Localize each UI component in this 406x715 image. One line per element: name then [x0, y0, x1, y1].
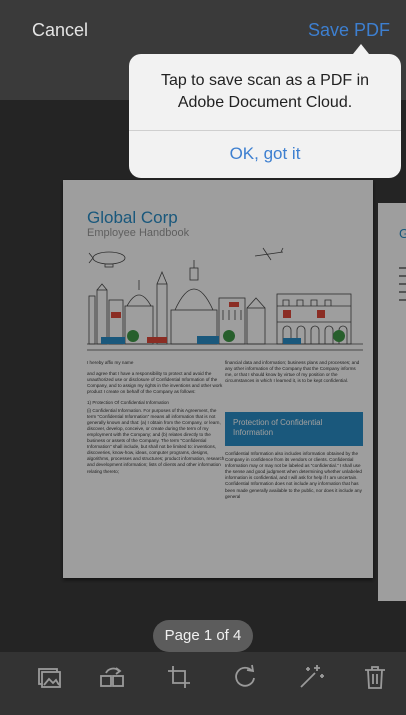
gallery-icon — [38, 668, 61, 688]
enhance-button[interactable] — [296, 662, 326, 692]
trash-icon — [365, 666, 385, 689]
tooltip-divider — [129, 130, 401, 131]
page-indicator: Page 1 of 4 — [153, 620, 253, 652]
scan-preview-area: Global Corp Employee Handbook I hereby a… — [0, 100, 406, 652]
save-pdf-tooltip: Tap to save scan as a PDF in Adobe Docum… — [129, 54, 401, 178]
tooltip-message: Tap to save scan as a PDF in Adobe Docum… — [160, 72, 370, 111]
cancel-button[interactable]: Cancel — [32, 20, 88, 41]
crop-icon — [168, 666, 190, 688]
gallery-button[interactable] — [34, 662, 64, 692]
delete-button[interactable] — [360, 662, 390, 692]
crop-button[interactable] — [164, 662, 194, 692]
rescan-icon — [100, 667, 124, 687]
save-pdf-button[interactable]: Save PDF — [308, 20, 390, 41]
rescan-button[interactable] — [97, 662, 127, 692]
enhance-icon — [300, 665, 324, 688]
ok-got-it-button[interactable]: OK, got it — [129, 144, 401, 164]
rotate-button[interactable] — [230, 662, 260, 692]
dim-overlay — [0, 100, 406, 652]
tooltip-arrow — [353, 44, 369, 54]
bottom-toolbar — [0, 652, 406, 715]
rotate-icon — [235, 664, 255, 687]
